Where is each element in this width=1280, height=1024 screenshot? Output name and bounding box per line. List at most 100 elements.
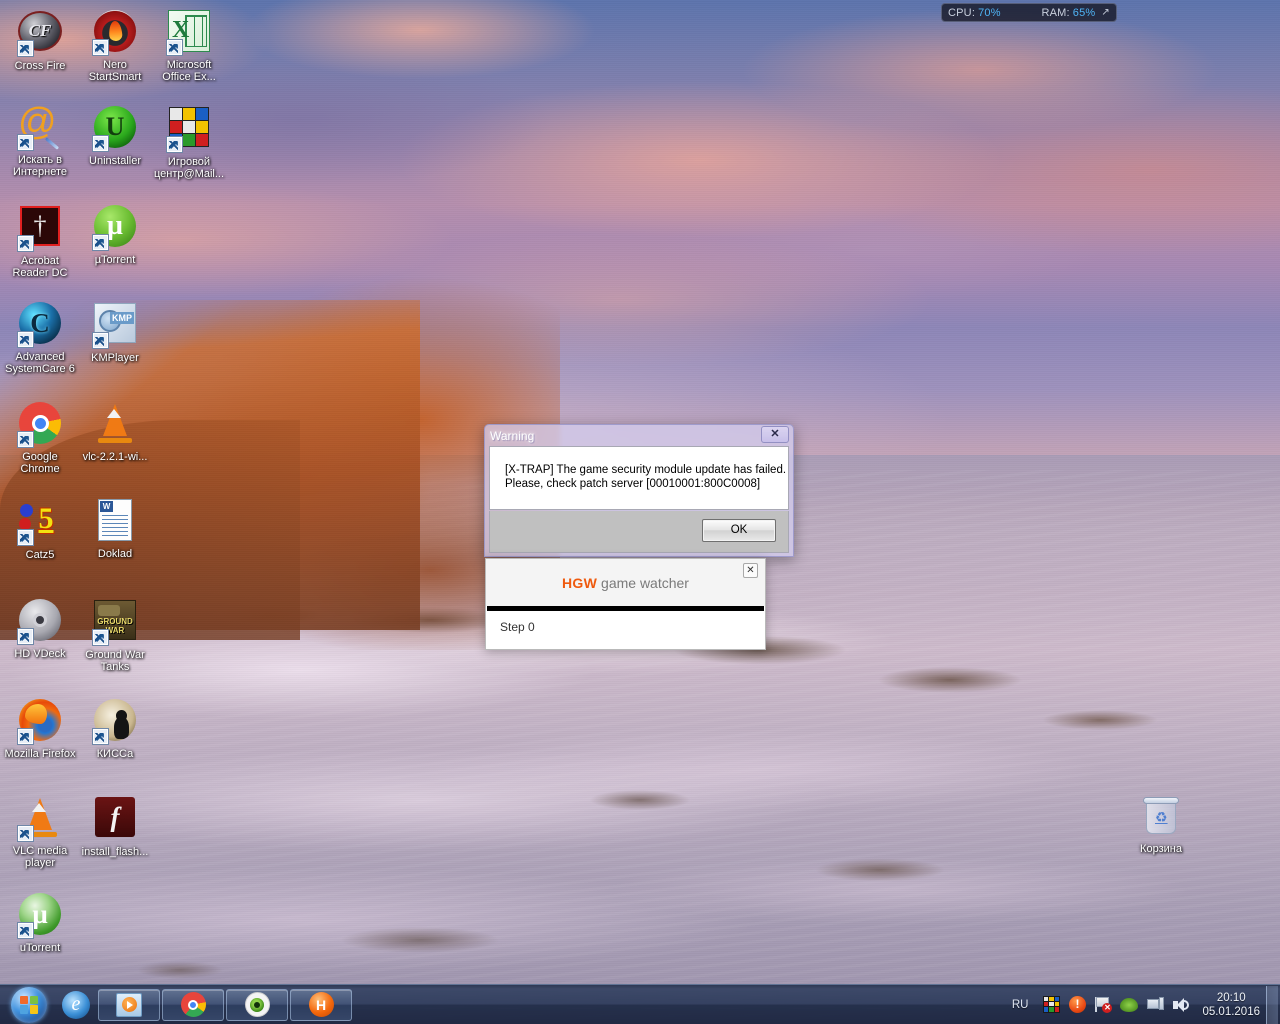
desktop-icon-mail-game-center[interactable]: ↗ Игровой центр@Mail... [152, 104, 226, 180]
dialog-message: [X-TRAP] The game security module update… [505, 464, 787, 490]
acrobat-icon: † ↗ [17, 206, 63, 252]
desktop-icon-cross-fire[interactable]: CF ↗ Cross Fire [3, 8, 77, 72]
desktop-icon-mozilla-firefox[interactable]: ↗ Mozilla Firefox [3, 697, 77, 760]
desktop-icon-label: Nero StartSmart [88, 59, 142, 83]
desktop-icon-label: vlc-2.2.1-wi... [82, 451, 148, 463]
desktop-icon-hd-vdeck[interactable]: ↗ HD VDeck [3, 597, 77, 660]
green-eye-icon [244, 992, 270, 1017]
desktop-icon-label: Корзина [1140, 843, 1182, 855]
taskbar-button-game-watcher[interactable] [226, 988, 288, 1021]
uninstaller-icon: U ↗ [92, 106, 138, 152]
hgw-game-watcher-panel[interactable]: HGW game watcher ✕ Step 0 [485, 558, 766, 650]
rubik-cube-icon [1042, 995, 1060, 1013]
desktop-icon-label: HD VDeck [14, 648, 66, 660]
hgw-status-text: Step 0 [486, 611, 765, 648]
clock-time: 20:10 [1216, 991, 1246, 1004]
desktop-icon-uninstaller[interactable]: U ↗ Uninstaller [78, 104, 152, 167]
desktop-icon-utorrent-bottom[interactable]: µ ↗ uTorrent [3, 891, 77, 954]
crossfire-icon: CF ↗ [17, 11, 63, 57]
cat-icon: ↗ [92, 699, 138, 745]
desktop-icon-kissa[interactable]: ↗ КИССа [78, 697, 152, 760]
desktop-icon-install-flash[interactable]: f install_flash... [78, 794, 152, 858]
excel-icon: ↗ [166, 10, 212, 56]
desktop-icon-nero-startsmart[interactable]: ↗ Nero StartSmart [78, 8, 152, 83]
vlc-cone-icon [92, 402, 138, 448]
taskbar-button-chrome[interactable] [162, 988, 224, 1021]
tray-icon-network-flag[interactable]: ✕ [1092, 994, 1114, 1016]
clock[interactable]: 20:10 05.01.2016 [1202, 991, 1260, 1019]
desktop-icon-label: Acrobat Reader DC [12, 255, 68, 279]
recycle-bin-icon: ♻ [1138, 794, 1184, 840]
desktop-icon-label: uTorrent [19, 942, 61, 954]
desktop-icon-google-chrome[interactable]: ↗ Google Chrome [3, 400, 77, 475]
desktop-icon-recycle-bin[interactable]: ♻ Корзина [1124, 793, 1198, 855]
warning-dialog[interactable]: Warning ✕ [X-TRAP] The game security mod… [484, 424, 794, 557]
quicklaunch-internet-explorer[interactable]: e [56, 986, 96, 1024]
firefox-icon: ↗ [17, 699, 63, 745]
hgw-orange-icon: H [308, 992, 334, 1017]
desktop-icon-label: Catz5 [25, 549, 55, 561]
alert-circle-icon: ! [1068, 995, 1086, 1013]
taskbar-button-hgw[interactable]: H [290, 988, 352, 1021]
desktop-icon-label: КИССа [96, 748, 134, 760]
desktop-icon-label: install_flash... [81, 846, 149, 858]
desktop-icon-ground-war-tanks[interactable]: GROUND WAR ↗ Ground War Tanks [78, 597, 152, 673]
language-indicator[interactable]: RU [1012, 999, 1029, 1011]
catz5-icon: 5 ↗ [17, 500, 63, 546]
rubik-cube-icon: ↗ [166, 107, 212, 153]
hgw-header: HGW game watcher ✕ [486, 559, 765, 606]
desktop-icon-vlc-media-player[interactable]: ↗ VLC media player [3, 794, 77, 869]
media-player-icon [116, 992, 142, 1017]
nvidia-eye-icon [1120, 997, 1139, 1012]
close-icon[interactable]: ✕ [743, 563, 758, 578]
tray-icon-volume[interactable] [1170, 994, 1192, 1016]
tray-icon-action-center[interactable]: ! [1066, 994, 1088, 1016]
taskbar-button-media-player[interactable] [98, 988, 160, 1021]
desktop-icon-label: KMPlayer [91, 352, 139, 364]
cpu-label: CPU: [948, 6, 976, 19]
internet-explorer-icon: e [62, 990, 90, 1019]
hgw-brand-text: HGW [562, 574, 598, 591]
tray-icon-game-center[interactable] [1040, 994, 1062, 1016]
dialog-titlebar[interactable]: Warning ✕ [485, 425, 793, 445]
system-monitor-widget[interactable]: CPU: 70% RAM: 65% ↗ [941, 3, 1117, 22]
utorrent-icon: µ ↗ [17, 893, 63, 939]
dialog-button-bar: OK [489, 511, 789, 553]
flash-installer-icon: f [92, 797, 138, 843]
desktop-icon-microsoft-excel[interactable]: ↗ Microsoft Office Ex... [152, 8, 226, 83]
desktop-icon-label: µTorrent [94, 254, 136, 266]
desktop-icon-doklad[interactable]: W Doklad [78, 497, 152, 560]
desktop-icon-label: Cross Fire [14, 60, 66, 72]
speaker-icon [1172, 997, 1190, 1013]
taskbar[interactable]: e H RU ! ✕ 20:10 05.01.2016 [0, 984, 1280, 1024]
clock-date: 05.01.2016 [1202, 1005, 1260, 1018]
desktop-icon-label: Google Chrome [20, 451, 60, 475]
chrome-icon [180, 992, 206, 1017]
close-icon[interactable]: ✕ [761, 426, 789, 443]
desktop-icon-label: Mozilla Firefox [4, 748, 76, 760]
ok-button[interactable]: OK [702, 519, 776, 542]
desktop-icon-label: Uninstaller [89, 155, 141, 167]
desktop-icon-catz5[interactable]: 5 ↗ Catz5 [3, 497, 77, 561]
start-button[interactable] [2, 986, 56, 1024]
desktop-icon-search-internet[interactable]: ↗ Искать в Интернете [3, 101, 77, 178]
nero-icon: ↗ [92, 10, 138, 56]
system-tray[interactable]: RU ! ✕ 20:10 05.01.2016 [1012, 985, 1280, 1024]
expand-icon[interactable]: ↗ [1101, 7, 1110, 18]
desktop-icon-kmplayer[interactable]: KMP ↗ KMPlayer [78, 300, 152, 364]
desktop-icon-advanced-systemcare[interactable]: C ↗ Advanced SystemCare 6 [3, 300, 77, 375]
desktop-icon-vlc-installer[interactable]: vlc-2.2.1-wi... [78, 400, 152, 463]
tray-icon-network[interactable] [1144, 994, 1166, 1016]
tray-icon-nvidia[interactable] [1118, 994, 1140, 1016]
systemcare-icon: C ↗ [17, 302, 63, 348]
ram-label: RAM: [1041, 6, 1070, 19]
desktop-icon-utorrent-top[interactable]: µ ↗ µTorrent [78, 203, 152, 266]
utorrent-icon: µ ↗ [92, 205, 138, 251]
hgw-logo: HGW game watcher [562, 575, 689, 591]
show-desktop-button[interactable] [1266, 985, 1278, 1024]
ram-value: 65% [1072, 6, 1096, 19]
ground-war-tanks-icon: GROUND WAR ↗ [92, 600, 138, 646]
kmplayer-icon: KMP ↗ [92, 303, 138, 349]
desktop-icon-acrobat-reader[interactable]: † ↗ Acrobat Reader DC [3, 203, 77, 279]
desktop-icon-label: Advanced SystemCare 6 [5, 351, 75, 375]
